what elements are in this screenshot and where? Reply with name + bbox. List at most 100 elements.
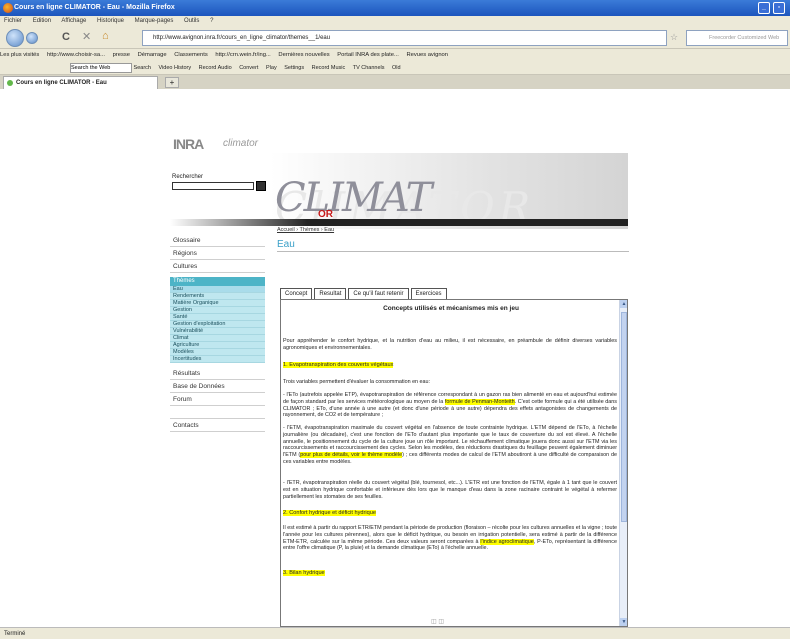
content-title: Concepts utilisés et mécanismes mis en j…	[383, 305, 519, 312]
sidebar-theme-item[interactable]: Incertitudes	[170, 356, 265, 363]
site-search-button[interactable]	[256, 181, 266, 191]
home-icon[interactable]: ⌂	[102, 30, 109, 42]
content-intro: Pour appréhender le confort hydrique, et…	[283, 338, 617, 351]
addon-toolbar: Search Video History Record Audio Conver…	[0, 61, 790, 75]
toolbar-convert[interactable]: Convert	[239, 65, 258, 71]
tab-label: Cours en ligne CLIMATOR - Eau	[16, 80, 107, 86]
toolbar-video-history[interactable]: Video History	[159, 65, 192, 71]
scroll-up-icon[interactable]: ▲	[620, 300, 627, 308]
toolbar-play[interactable]: Play	[266, 65, 277, 71]
menu-file[interactable]: Fichier	[4, 18, 22, 24]
sidebar-item-cultures[interactable]: Cultures	[170, 260, 265, 273]
bookmark-item[interactable]: presse	[113, 52, 130, 58]
sidebar-theme-item[interactable]: Rendements	[170, 293, 265, 300]
minimize-button[interactable]: _	[758, 2, 770, 14]
breadcrumb[interactable]: Accueil › Thèmes › Eau	[277, 227, 334, 233]
page-title: Eau	[277, 239, 295, 250]
menu-edit[interactable]: Edition	[33, 18, 51, 24]
menu-bar: Fichier Edition Affichage Historique Mar…	[0, 16, 790, 27]
toolbar-record-audio[interactable]: Record Audio	[199, 65, 232, 71]
sidebar-theme-item[interactable]: Climat	[170, 335, 265, 342]
link-penman-monteith[interactable]: formule de Penman-Monteith	[444, 398, 515, 405]
bookmark-item[interactable]: Portail INRA des plate...	[337, 52, 399, 58]
toolbar-search-input[interactable]	[70, 62, 132, 73]
bookmark-item[interactable]: Les plus visités	[0, 52, 39, 58]
sidebar-theme-item[interactable]: Modèles	[170, 349, 265, 356]
sidebar-item-base-de-donnees[interactable]: Base de Données	[170, 380, 265, 393]
bookmark-item[interactable]: http://crn.wein.fr/ing...	[215, 52, 270, 58]
toolbar-search-button[interactable]: Search	[134, 65, 151, 71]
menu-history[interactable]: Historique	[97, 18, 124, 24]
title-divider	[277, 251, 629, 252]
scroll-thumb[interactable]	[621, 312, 627, 522]
sidebar-item-contacts[interactable]: Contacts	[170, 419, 265, 432]
inra-logo[interactable]: INRA	[173, 136, 204, 152]
link-theme-modele[interactable]: pour plus de détails, voir le thème modè…	[300, 452, 403, 459]
content-paragraph: Trois variables permettent d'évaluer la …	[283, 379, 431, 385]
sidebar-item-regions[interactable]: Régions	[170, 247, 265, 260]
bookmark-item[interactable]: Dernières nouvelles	[278, 52, 329, 58]
sidebar-nav: Glossaire Régions Cultures Thèmes Eau Re…	[170, 234, 265, 432]
status-text: Terminé	[4, 631, 26, 637]
sidebar-item-forum[interactable]: Forum	[170, 393, 265, 406]
back-button[interactable]	[6, 29, 24, 47]
sidebar-item-glossaire[interactable]: Glossaire	[170, 234, 265, 247]
web-search-input[interactable]: Freecorder Customized Web Search	[686, 30, 788, 55]
sidebar-theme-item[interactable]: Agriculture	[170, 342, 265, 349]
section-heading-1: 1. Evapotranspiration des couverts végét…	[283, 362, 394, 368]
menu-view[interactable]: Affichage	[61, 18, 86, 24]
page-viewport: INRA climator Rechercher ClIMATOR CLIMAT…	[0, 89, 790, 627]
url-input[interactable]: http://www.avignon.inra.fr/cours_en_lign…	[142, 30, 667, 46]
content-paragraph: - l'ETM, évapotranspiration maximale du …	[283, 425, 617, 466]
sidebar-theme-item[interactable]: Matière Organique	[170, 300, 265, 307]
favicon-icon	[7, 80, 13, 86]
toolbar-record-music[interactable]: Record Music	[312, 65, 346, 71]
sidebar-theme-eau[interactable]: Eau	[170, 286, 265, 293]
toolbar-tv-channels[interactable]: TV Channels	[353, 65, 385, 71]
bookmark-item[interactable]: Revues avignon	[406, 52, 448, 58]
banner-title: CLIMAT	[275, 175, 432, 221]
site-search-label: Rechercher	[172, 174, 204, 180]
menu-bookmarks[interactable]: Marque-pages	[135, 18, 174, 24]
tab-strip: Cours en ligne CLIMATOR - Eau +	[0, 75, 790, 89]
new-tab-button[interactable]: +	[165, 77, 179, 88]
forward-button[interactable]	[26, 32, 38, 44]
content-panel: Concepts utilisés et mécanismes mis en j…	[280, 299, 628, 627]
status-bar: Terminé	[0, 627, 790, 639]
firefox-icon	[3, 3, 13, 13]
section-heading-3: 3. Bilan hydrique	[283, 570, 325, 576]
scroll-down-icon[interactable]: ▼	[620, 618, 627, 626]
maximize-button[interactable]: ▫	[773, 2, 785, 14]
content-paragraph: - l'ETo (autrefois appelée ETP), évapotr…	[283, 392, 617, 419]
sidebar-item-themes[interactable]: Thèmes	[170, 277, 265, 286]
content-scrollbar[interactable]: ▲ ▼	[619, 300, 627, 626]
menu-tools[interactable]: Outils	[184, 18, 199, 24]
pager-icons[interactable]: ◫ ◫	[431, 618, 444, 625]
link-indice-agroclimatique[interactable]: l'indice agroclimatique	[480, 538, 534, 545]
section-heading-2: 2. Confort hydrique et déficit hydrique	[283, 510, 376, 516]
sidebar-theme-item[interactable]: Santé	[170, 314, 265, 321]
window-titlebar: Cours en ligne CLIMATOR - Eau - Mozilla …	[0, 0, 790, 16]
toolbar-old[interactable]: Old	[392, 65, 401, 71]
stop-icon[interactable]: ✕	[82, 30, 91, 43]
content-paragraph: - l'ETR, évapotranspiration réelle du co…	[283, 480, 617, 500]
bookmark-star-icon[interactable]: ☆	[670, 32, 678, 43]
sidebar-theme-item[interactable]: Gestion d'exploitation	[170, 321, 265, 328]
bookmark-item[interactable]: Classements	[174, 52, 208, 58]
sidebar-theme-item[interactable]: Gestion	[170, 307, 265, 314]
menu-help[interactable]: ?	[210, 18, 213, 24]
bookmark-item[interactable]: http://www.choisir-sa...	[47, 52, 105, 58]
url-text: http://www.avignon.inra.fr/cours_en_lign…	[153, 35, 331, 41]
sidebar-theme-item[interactable]: Vulnérabilité	[170, 328, 265, 335]
reload-icon[interactable]: C	[62, 31, 70, 43]
site-search-input[interactable]	[172, 182, 254, 190]
toolbar-settings[interactable]: Settings	[284, 65, 304, 71]
sidebar-item-resultats[interactable]: Résultats	[170, 367, 265, 380]
sidebar-item-blank[interactable]	[170, 406, 265, 419]
window-title: Cours en ligne CLIMATOR - Eau - Mozilla …	[14, 4, 175, 11]
climator-small-logo[interactable]: climator	[223, 138, 258, 149]
browser-tab[interactable]: Cours en ligne CLIMATOR - Eau	[3, 76, 158, 89]
content-paragraph: Il est estimé à partir du rapport ETR/ET…	[283, 525, 617, 552]
navigation-toolbar: C ✕ ⌂ http://www.avignon.inra.fr/cours_e…	[0, 27, 790, 55]
bookmark-item[interactable]: Démarrage	[138, 52, 167, 58]
